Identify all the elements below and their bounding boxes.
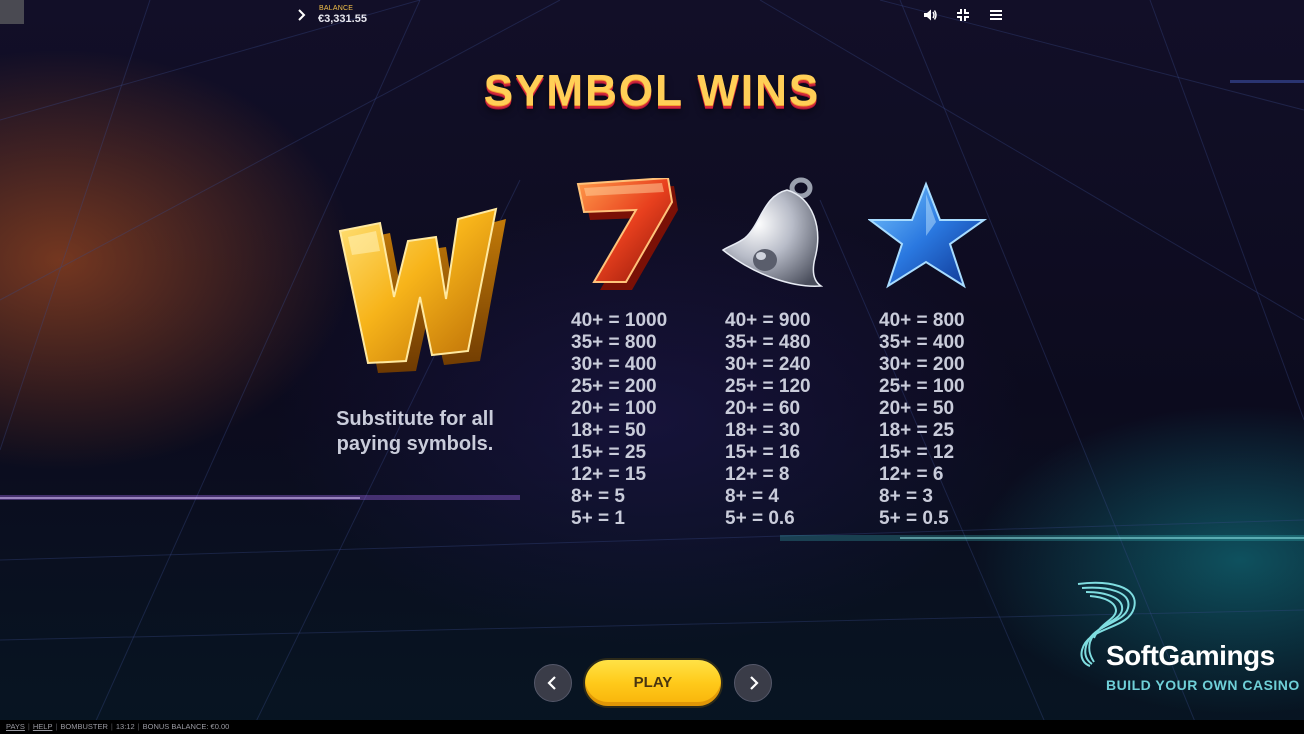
footer-game-name: BOMBUSTER	[60, 722, 108, 731]
pay-line: 25+ = 120	[725, 376, 811, 397]
footer-bar: PAYS | HELP | BOMBUSTER | 13:12 | BONUS BALANCE:…	[0, 720, 1304, 734]
paytable-screen: BALANCE €3,331.55 SYMBOL WINS Substitute…	[0, 0, 1304, 734]
speaker-icon[interactable]	[922, 7, 938, 23]
corner-menu-tab[interactable]	[0, 0, 24, 24]
pay-line: 5+ = 0.6	[725, 508, 795, 529]
balance-value: €3,331.55	[318, 13, 367, 25]
chevron-right-icon	[750, 676, 759, 690]
pay-line: 15+ = 16	[725, 442, 801, 463]
pay-line: 5+ = 1	[571, 508, 625, 529]
footer-separator: |	[137, 722, 140, 731]
footer-clock: 13:12	[115, 722, 135, 731]
previous-page-button[interactable]	[534, 664, 572, 702]
pay-line: 8+ = 5	[571, 486, 625, 507]
pay-line: 20+ = 60	[725, 398, 801, 419]
footer-bonus-balance: BONUS BALANCE: €0.00	[142, 722, 230, 731]
pay-line: 8+ = 4	[725, 486, 779, 507]
footer-separator: |	[55, 722, 58, 731]
pay-line: 15+ = 12	[879, 442, 955, 463]
pay-line: 18+ = 25	[879, 420, 955, 441]
pay-line: 12+ = 6	[879, 464, 944, 485]
pay-line: 25+ = 100	[879, 376, 965, 397]
brand-name: SoftGamings	[1106, 640, 1275, 671]
footer-help-link[interactable]: HELP	[33, 720, 53, 734]
collapse-icon[interactable]	[955, 7, 971, 23]
footer-pays-link[interactable]: PAYS	[6, 720, 25, 734]
wild-description-line2: paying symbols.	[336, 433, 494, 455]
play-button[interactable]: PLAY	[583, 658, 723, 708]
footer-separator: |	[27, 722, 30, 731]
wild-description: Substitute for all paying symbols.	[305, 407, 525, 457]
pay-line: 30+ = 400	[571, 354, 657, 375]
pay-line: 40+ = 800	[879, 310, 965, 331]
pay-line: 12+ = 15	[571, 464, 647, 485]
pay-line: 30+ = 200	[879, 354, 965, 375]
footer-separator: |	[110, 722, 113, 731]
wild-description-line1: Substitute for all	[336, 408, 494, 430]
pay-line: 35+ = 480	[725, 332, 811, 353]
brand-tagline: BUILD YOUR OWN CASINO	[1106, 677, 1300, 693]
pay-line: 20+ = 100	[571, 398, 657, 419]
pay-line: 35+ = 400	[879, 332, 965, 353]
paytable-column-seven: 40+ = 1000 35+ = 800 30+ = 400 25+ = 200…	[571, 310, 711, 530]
next-page-button[interactable]	[734, 664, 772, 702]
pay-line: 18+ = 30	[725, 420, 801, 441]
menu-icon[interactable]	[988, 7, 1004, 23]
seven-icon	[576, 178, 678, 290]
pay-line: 40+ = 900	[725, 310, 811, 331]
pay-line: 40+ = 1000	[571, 310, 668, 331]
pay-line: 18+ = 50	[571, 420, 647, 441]
pay-line: 35+ = 800	[571, 332, 657, 353]
pay-line: 20+ = 50	[879, 398, 955, 419]
pay-line: 5+ = 0.5	[879, 508, 949, 529]
paytable-column-star: 40+ = 800 35+ = 400 30+ = 200 25+ = 100 …	[879, 310, 1019, 530]
paytable-column-bell: 40+ = 900 35+ = 480 30+ = 240 25+ = 120 …	[725, 310, 865, 530]
star-icon	[868, 181, 988, 289]
pay-line: 15+ = 25	[571, 442, 647, 463]
pay-line: 12+ = 8	[725, 464, 790, 485]
pay-line: 8+ = 3	[879, 486, 933, 507]
pay-line: 25+ = 200	[571, 376, 657, 397]
chevron-left-icon	[547, 676, 556, 690]
chevron-right-icon[interactable]	[296, 7, 308, 23]
pay-line: 30+ = 240	[725, 354, 811, 375]
wild-w-icon	[338, 207, 506, 373]
bell-icon	[721, 177, 823, 287]
page-title: SYMBOL WINS	[483, 66, 821, 115]
balance-label: BALANCE	[319, 5, 354, 12]
